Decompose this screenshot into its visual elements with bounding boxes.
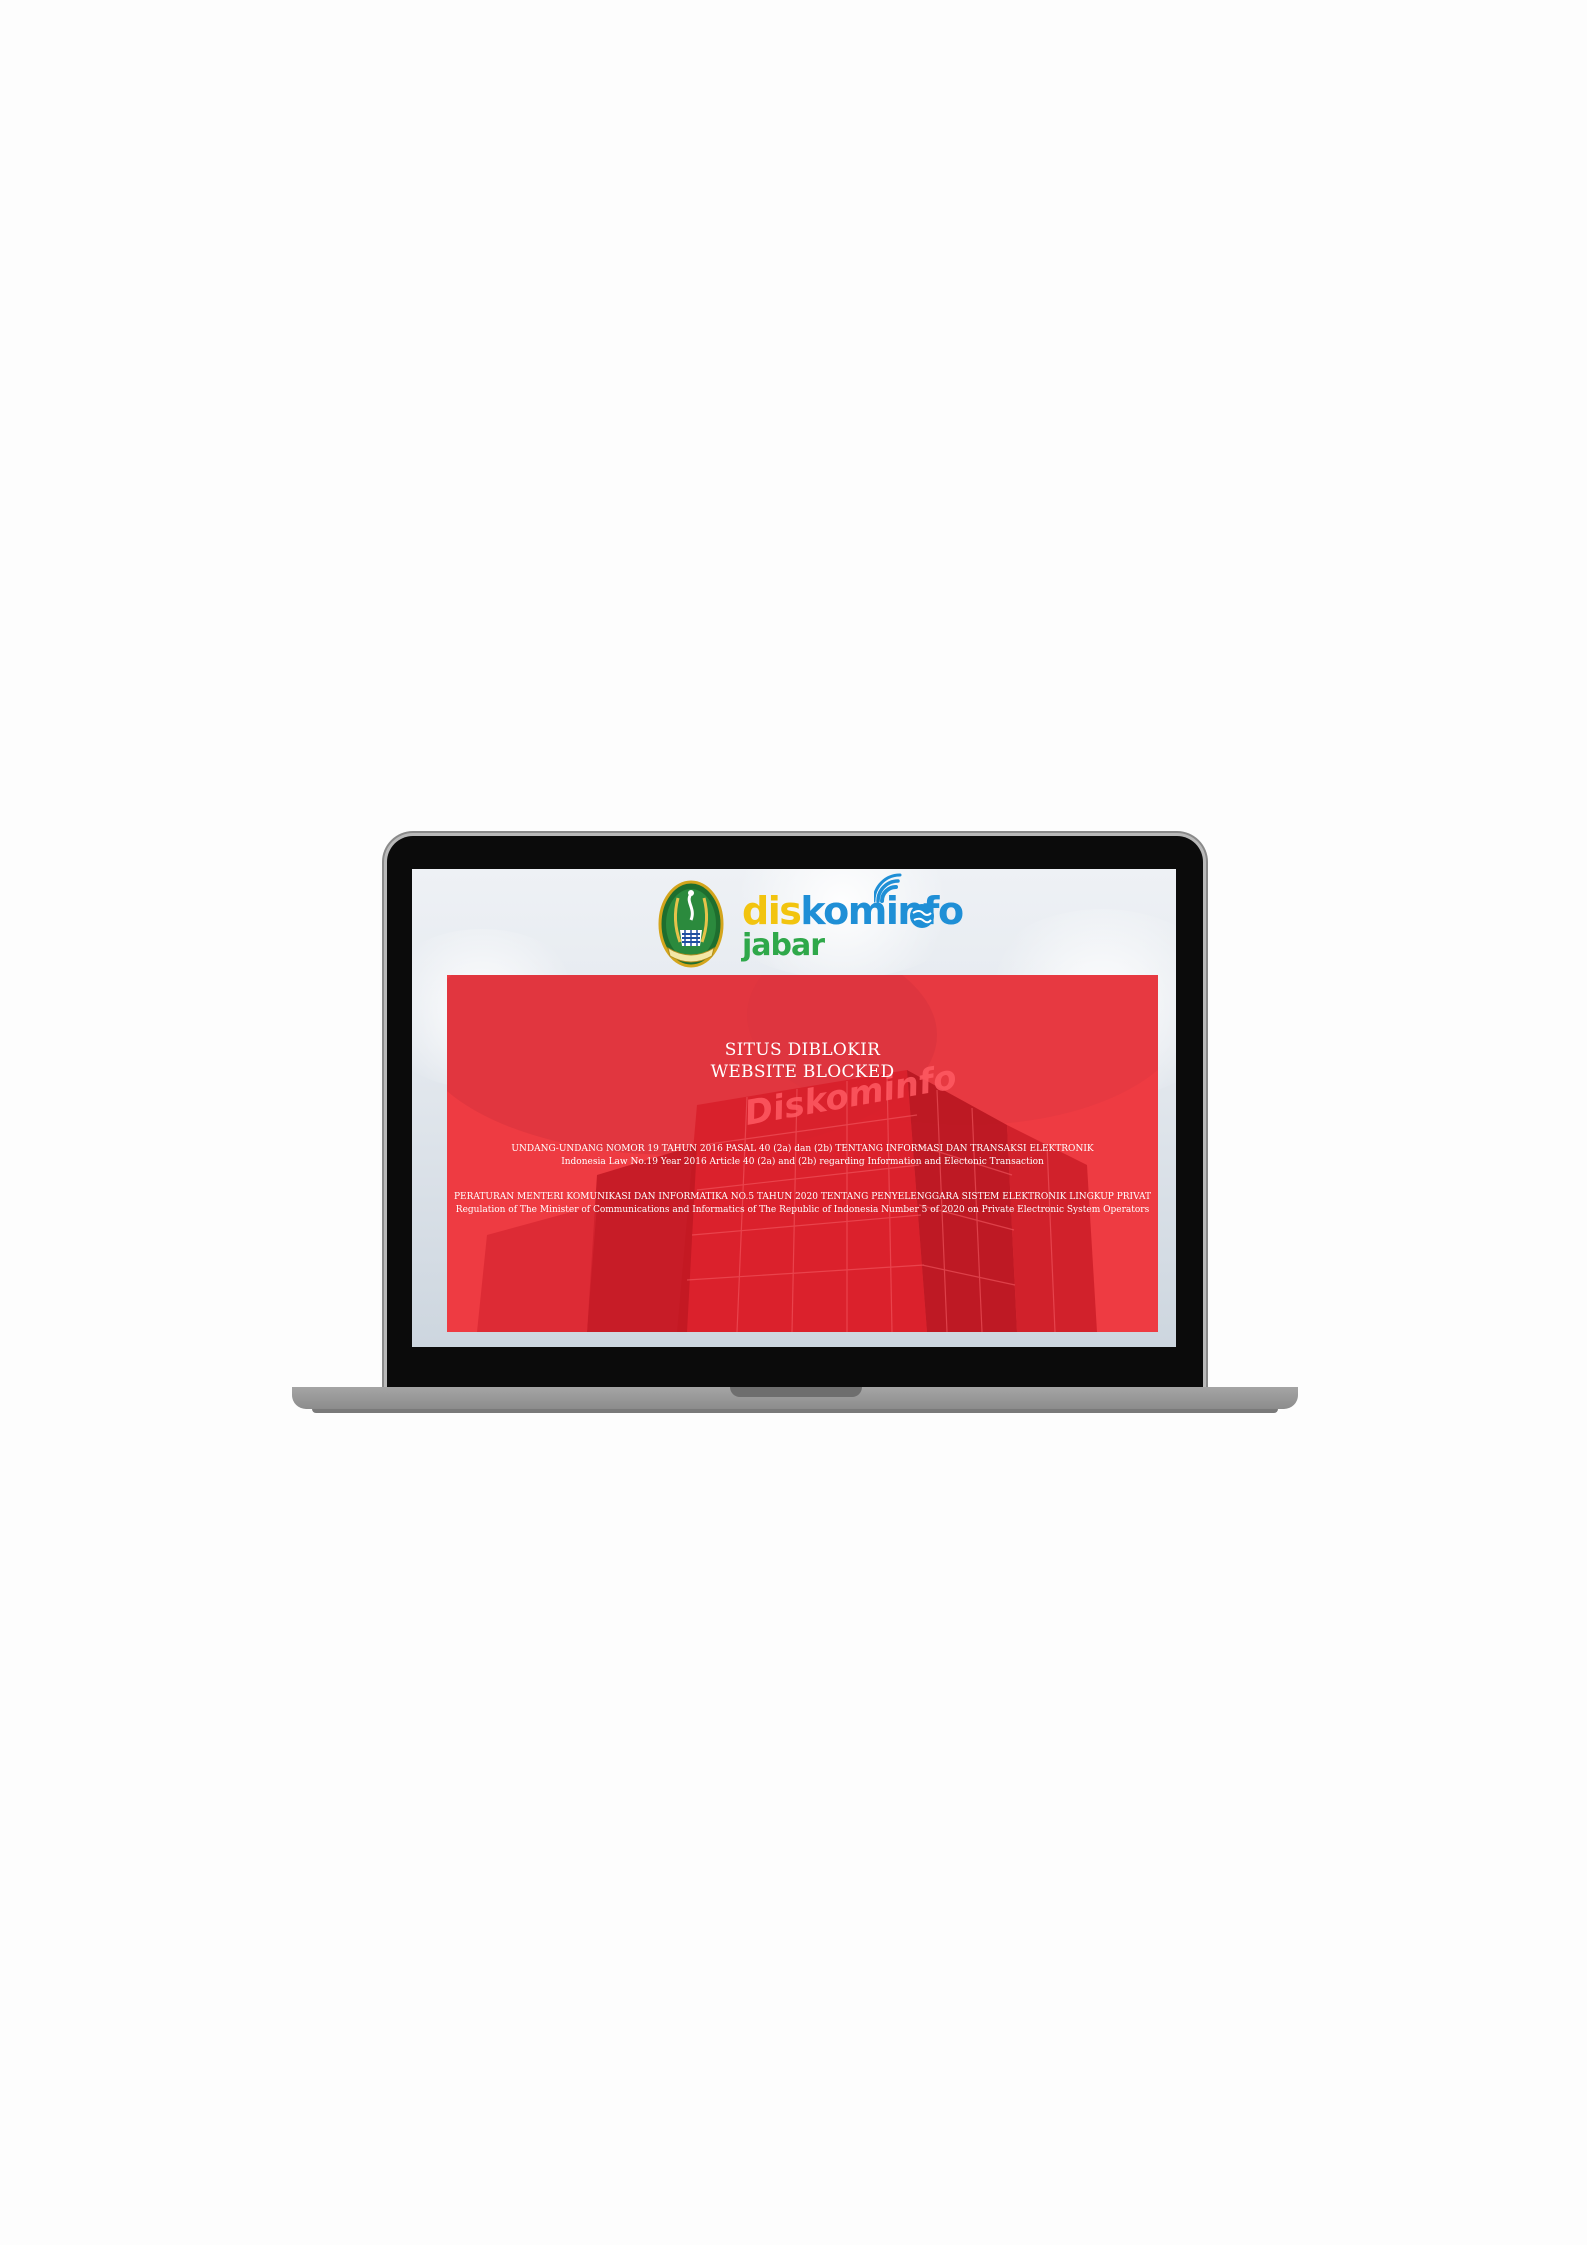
brand-region: jabar	[742, 928, 825, 963]
law-2-indonesian: PERATURAN MENTERI KOMUNIKASI DAN INFORMA…	[453, 1192, 1152, 1202]
law-1-english: Indonesia Law No.19 Year 2016 Article 40…	[561, 1157, 1044, 1167]
brand-part-dis: dis	[742, 889, 802, 933]
title-blocked-id: SITUS DIBLOKIR	[724, 1040, 881, 1060]
brand-part-o: o	[937, 889, 964, 933]
laptop-screen: diskominfo jabar Diskominfo SITUS DIBLOK…	[412, 869, 1176, 1347]
diskominfo-jabar-logo: diskominfo jabar	[742, 873, 964, 969]
laptop-hinge-notch	[730, 1387, 862, 1397]
page-canvas: diskominfo jabar Diskominfo SITUS DIBLOK…	[0, 0, 1587, 2245]
wifi-signal-icon	[874, 873, 902, 903]
title-blocked-en: WEBSITE BLOCKED	[710, 1062, 895, 1082]
law-2-english: Regulation of The Minister of Communicat…	[455, 1205, 1150, 1215]
globe-icon	[910, 904, 934, 928]
law-1-indonesian: UNDANG-UNDANG NOMOR 19 TAHUN 2016 PASAL …	[511, 1144, 1094, 1154]
blocked-notice-panel: Diskominfo SITUS DIBLOKIR WEBSITE BLOCKE…	[447, 975, 1158, 1332]
laptop-foot	[312, 1409, 1278, 1413]
west-java-seal-icon	[658, 880, 724, 968]
site-header: diskominfo jabar	[412, 869, 1176, 974]
